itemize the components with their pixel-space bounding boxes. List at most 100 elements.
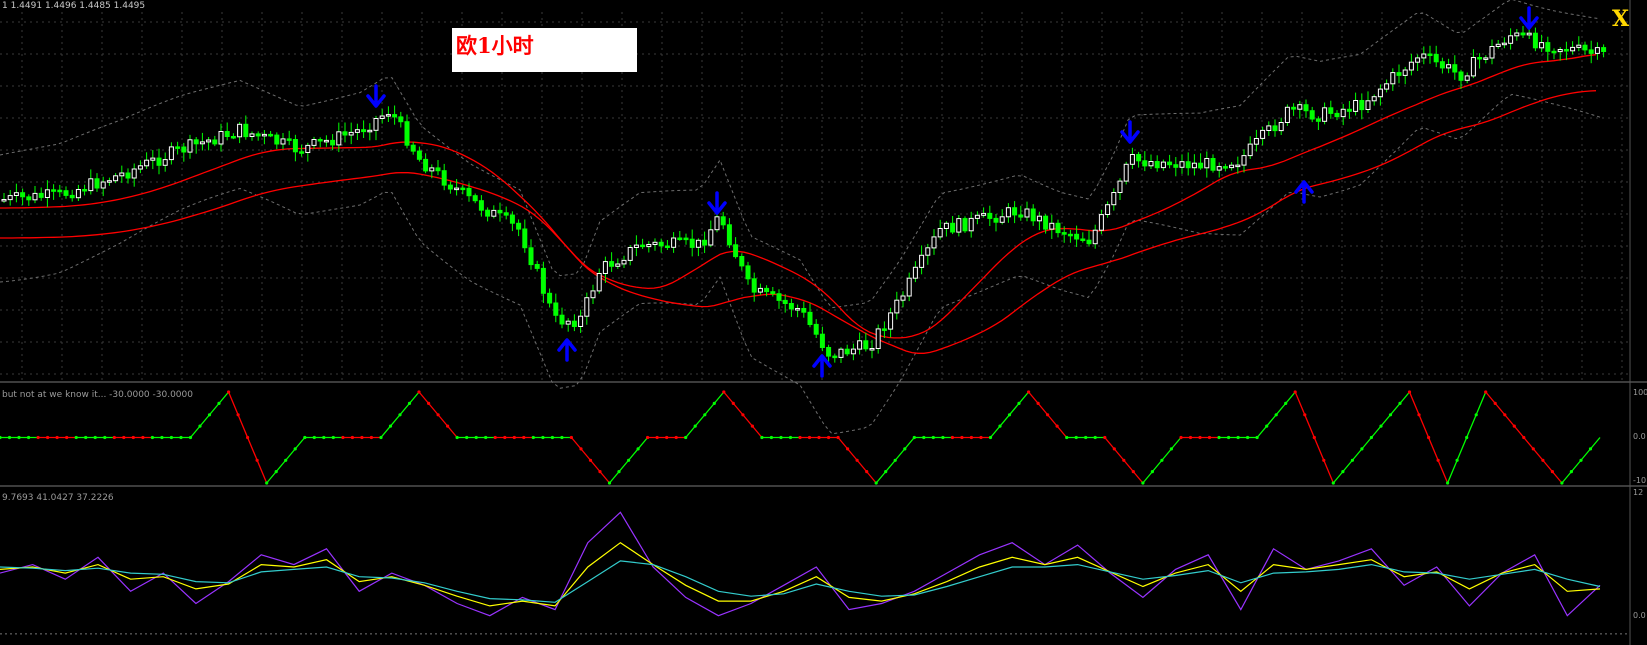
candle-body xyxy=(1080,238,1086,241)
osc1-point xyxy=(722,390,726,394)
osc1-point xyxy=(1493,401,1497,405)
candle-body xyxy=(1117,180,1123,194)
candle-body xyxy=(757,287,763,293)
candle-body xyxy=(255,133,261,137)
osc1-point xyxy=(731,401,735,405)
osc1-point xyxy=(74,435,78,440)
candle-body xyxy=(751,278,757,293)
candle-body xyxy=(44,189,50,199)
osc1-point xyxy=(636,447,640,451)
buy-arrow-icon xyxy=(812,354,832,378)
osc1-point xyxy=(265,481,269,485)
candle-body xyxy=(627,247,633,261)
candle-body xyxy=(243,123,249,138)
candle-body xyxy=(1545,42,1551,52)
osc1-point xyxy=(760,435,764,440)
candle-body xyxy=(336,131,342,146)
osc1-point xyxy=(1588,447,1593,451)
osc1-point xyxy=(693,424,697,428)
buy-arrow-icon xyxy=(557,338,577,362)
candle-body xyxy=(1278,122,1284,132)
osc1-point xyxy=(1112,447,1116,451)
candle-body xyxy=(1346,108,1352,112)
osc1-point xyxy=(788,435,793,440)
osc1-point xyxy=(1236,435,1240,440)
candle-body xyxy=(739,256,745,267)
candle-body xyxy=(317,139,323,142)
osc1-point xyxy=(84,435,88,440)
oscillator-2-label: 9.7693 41.0427 37.2226 xyxy=(2,493,114,503)
osc2-axis-bottom: 0.0 xyxy=(1633,611,1646,620)
osc1-point xyxy=(1474,413,1478,417)
osc1-point xyxy=(503,435,507,440)
candle-body xyxy=(1043,215,1049,230)
candle-body xyxy=(1067,233,1073,237)
osc1-point xyxy=(1360,447,1364,451)
osc1-point xyxy=(1331,481,1335,485)
candle-body xyxy=(423,158,429,172)
candle-body xyxy=(1433,53,1439,63)
candle-body xyxy=(987,212,993,219)
osc1-point xyxy=(798,435,802,440)
candle-body xyxy=(193,139,199,145)
osc1-point xyxy=(579,447,583,451)
candle-body xyxy=(1129,154,1135,165)
candle-body xyxy=(20,192,26,198)
candle-body xyxy=(497,209,503,214)
osc1-point xyxy=(1550,470,1554,474)
candle-body xyxy=(280,138,286,145)
candle-body xyxy=(1328,107,1334,114)
candle-body xyxy=(1055,222,1061,234)
osc1-point xyxy=(455,435,459,440)
candle-body xyxy=(1532,32,1538,49)
candle-body xyxy=(1495,43,1501,47)
candle-body xyxy=(261,133,267,137)
candle-body xyxy=(1384,83,1390,90)
osc1-point xyxy=(369,435,373,440)
osc1-point xyxy=(522,435,526,440)
osc1-point xyxy=(417,390,421,394)
candle-body xyxy=(1123,163,1129,182)
osc1-point xyxy=(1198,435,1202,440)
osc1-point xyxy=(227,390,231,394)
osc1-point xyxy=(1369,435,1373,440)
osc1-point xyxy=(941,435,945,440)
osc1-point xyxy=(1455,458,1459,462)
candle-body xyxy=(119,172,125,177)
osc1-point xyxy=(617,470,621,474)
osc1-point xyxy=(1522,435,1526,440)
osc1-point xyxy=(484,435,488,440)
candle-body xyxy=(509,214,515,224)
candle-body xyxy=(268,133,274,137)
candle-body xyxy=(1216,166,1222,171)
candle-body xyxy=(1508,35,1514,44)
osc1-point xyxy=(969,435,974,440)
osc1-point xyxy=(1084,435,1088,440)
candle-body xyxy=(652,241,658,246)
osc1-point xyxy=(655,435,659,440)
candle-body xyxy=(330,139,336,146)
osc1-point xyxy=(284,458,288,462)
osc1-axis-top: 100 xyxy=(1633,388,1647,397)
osc1-point xyxy=(341,435,345,440)
candle-body xyxy=(1365,100,1371,111)
osc1-point xyxy=(1074,435,1078,440)
candle-body xyxy=(782,299,788,304)
chart-canvas xyxy=(0,0,1647,645)
candle-body xyxy=(962,218,968,232)
close-mark-icon[interactable]: X xyxy=(1612,6,1629,32)
candle-body xyxy=(1105,204,1111,215)
candle-body xyxy=(838,348,844,358)
osc2-mid-line xyxy=(0,541,1601,607)
osc1-point xyxy=(665,435,669,440)
candle-body xyxy=(1303,104,1309,112)
candle-body xyxy=(912,266,918,279)
osc1-point xyxy=(1141,481,1145,485)
candle-body xyxy=(1148,161,1154,167)
candle-body xyxy=(373,118,379,131)
candle-body xyxy=(237,123,243,138)
candle-body xyxy=(881,328,887,331)
candle-body xyxy=(1086,239,1092,245)
candle-body xyxy=(1061,232,1067,235)
osc1-point xyxy=(1436,458,1440,462)
